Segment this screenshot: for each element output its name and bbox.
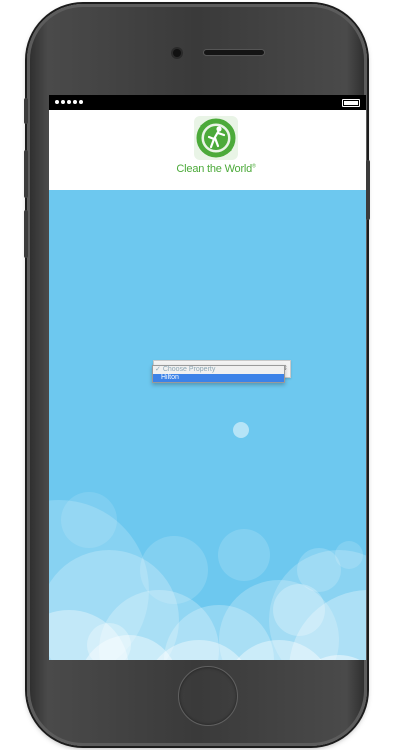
app-header: Clean the World® — [49, 110, 366, 190]
front-camera — [173, 49, 181, 57]
volume-down-button — [24, 210, 28, 258]
recycling-person-icon — [194, 116, 238, 160]
clean-the-world-logo: Clean the World® — [166, 116, 266, 188]
earpiece-speaker — [204, 50, 264, 55]
main-content: ⇕ ✓ Choose Property Hilton — [49, 190, 366, 660]
status-bar — [49, 95, 366, 110]
power-button — [366, 160, 370, 220]
battery-icon — [342, 99, 360, 107]
mute-switch — [24, 98, 28, 124]
home-button[interactable] — [178, 666, 238, 726]
device-screen: Clean the World® ⇕ ✓ Choose Property Hil… — [49, 95, 366, 660]
bubbles-background — [49, 422, 366, 660]
dropdown-option-hilton[interactable]: Hilton — [153, 374, 284, 382]
dropdown-option-choose-property[interactable]: ✓ Choose Property — [153, 366, 284, 374]
signal-strength-icon — [55, 100, 83, 104]
volume-up-button — [24, 150, 28, 198]
property-dropdown-menu[interactable]: ✓ Choose Property Hilton — [152, 365, 285, 383]
logo-text: Clean the World® — [176, 163, 256, 175]
